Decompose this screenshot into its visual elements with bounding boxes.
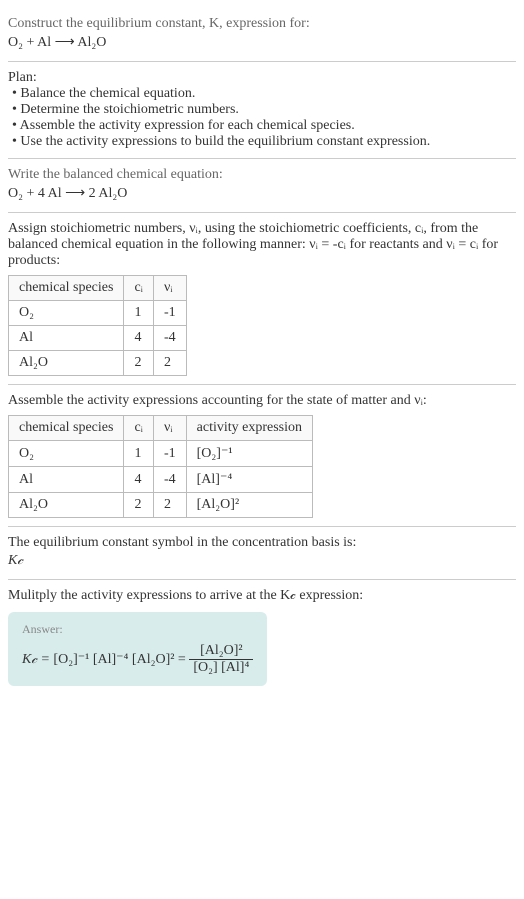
symbol-section: The equilibrium constant symbol in the c… bbox=[8, 527, 516, 580]
cell-expr: [O₂]⁻¹ bbox=[186, 441, 312, 467]
cell-ci: 1 bbox=[124, 301, 154, 326]
table-row: Al 4 -4 bbox=[9, 326, 187, 351]
fraction-denominator: [O₂] [Al]⁴ bbox=[189, 660, 253, 676]
plan-title: Plan: bbox=[8, 70, 516, 86]
multiply-section: Mulitply the activity expressions to arr… bbox=[8, 580, 516, 694]
answer-fraction: [Al₂O]² [O₂] [Al]⁴ bbox=[189, 643, 253, 676]
table-header-row: chemical species cᵢ νᵢ activity expressi… bbox=[9, 416, 313, 441]
fraction-numerator: [Al₂O]² bbox=[189, 643, 253, 660]
answer-box: Answer: K𝒸 = [O₂]⁻¹ [Al]⁻⁴ [Al₂O]² = [Al… bbox=[8, 612, 267, 686]
balanced-section: Write the balanced chemical equation: O₂… bbox=[8, 159, 516, 213]
table-row: O₂ 1 -1 bbox=[9, 301, 187, 326]
header-prompt: Construct the equilibrium constant, K, e… bbox=[8, 16, 516, 32]
table-row: Al 4 -4 [Al]⁻⁴ bbox=[9, 467, 313, 493]
cell-species: Al bbox=[9, 326, 124, 351]
col-vi: νᵢ bbox=[153, 416, 186, 441]
col-species: chemical species bbox=[9, 276, 124, 301]
plan-item: • Balance the chemical equation. bbox=[12, 86, 516, 102]
stoich-section: Assign stoichiometric numbers, νᵢ, using… bbox=[8, 213, 516, 385]
activity-section: Assemble the activity expressions accoun… bbox=[8, 385, 516, 527]
cell-vi: 2 bbox=[153, 351, 186, 376]
activity-intro: Assemble the activity expressions accoun… bbox=[8, 393, 516, 409]
header-section: Construct the equilibrium constant, K, e… bbox=[8, 8, 516, 62]
cell-species: Al bbox=[9, 467, 124, 493]
answer-expression: K𝒸 = [O₂]⁻¹ [Al]⁻⁴ [Al₂O]² = [Al₂O]² [O₂… bbox=[22, 652, 253, 667]
cell-expr: [Al]⁻⁴ bbox=[186, 467, 312, 493]
symbol-line1: The equilibrium constant symbol in the c… bbox=[8, 535, 516, 551]
header-equation: O₂ + Al ⟶ Al₂O bbox=[8, 34, 516, 51]
cell-vi: -1 bbox=[153, 301, 186, 326]
table-row: O₂ 1 -1 [O₂]⁻¹ bbox=[9, 441, 313, 467]
plan-section: Plan: • Balance the chemical equation. •… bbox=[8, 62, 516, 159]
balanced-equation: O₂ + 4 Al ⟶ 2 Al₂O bbox=[8, 185, 516, 202]
col-expr: activity expression bbox=[186, 416, 312, 441]
cell-species: Al₂O bbox=[9, 351, 124, 376]
cell-expr: [Al₂O]² bbox=[186, 493, 312, 518]
cell-vi: -4 bbox=[153, 326, 186, 351]
cell-ci: 1 bbox=[124, 441, 154, 467]
symbol-kc: K𝒸 bbox=[8, 553, 516, 569]
cell-vi: -1 bbox=[153, 441, 186, 467]
cell-ci: 4 bbox=[124, 467, 154, 493]
plan-item: • Use the activity expressions to build … bbox=[12, 134, 516, 150]
plan-item: • Determine the stoichiometric numbers. bbox=[12, 102, 516, 118]
balanced-prompt: Write the balanced chemical equation: bbox=[8, 167, 516, 183]
plan-item: • Assemble the activity expression for e… bbox=[12, 118, 516, 134]
cell-species: O₂ bbox=[9, 301, 124, 326]
activity-table: chemical species cᵢ νᵢ activity expressi… bbox=[8, 415, 313, 518]
cell-vi: 2 bbox=[153, 493, 186, 518]
answer-terms: [O₂]⁻¹ [Al]⁻⁴ [Al₂O]² = bbox=[53, 652, 189, 667]
table-row: Al₂O 2 2 bbox=[9, 351, 187, 376]
stoich-table: chemical species cᵢ νᵢ O₂ 1 -1 Al 4 -4 A… bbox=[8, 275, 187, 376]
cell-ci: 2 bbox=[124, 351, 154, 376]
stoich-intro: Assign stoichiometric numbers, νᵢ, using… bbox=[8, 221, 516, 269]
cell-species: Al₂O bbox=[9, 493, 124, 518]
answer-kc: K𝒸 = bbox=[22, 652, 53, 667]
table-row: Al₂O 2 2 [Al₂O]² bbox=[9, 493, 313, 518]
multiply-text: Mulitply the activity expressions to arr… bbox=[8, 588, 516, 604]
col-ci: cᵢ bbox=[124, 416, 154, 441]
cell-vi: -4 bbox=[153, 467, 186, 493]
cell-species: O₂ bbox=[9, 441, 124, 467]
col-vi: νᵢ bbox=[153, 276, 186, 301]
table-header-row: chemical species cᵢ νᵢ bbox=[9, 276, 187, 301]
col-species: chemical species bbox=[9, 416, 124, 441]
cell-ci: 2 bbox=[124, 493, 154, 518]
answer-label: Answer: bbox=[22, 622, 253, 637]
col-ci: cᵢ bbox=[124, 276, 154, 301]
cell-ci: 4 bbox=[124, 326, 154, 351]
